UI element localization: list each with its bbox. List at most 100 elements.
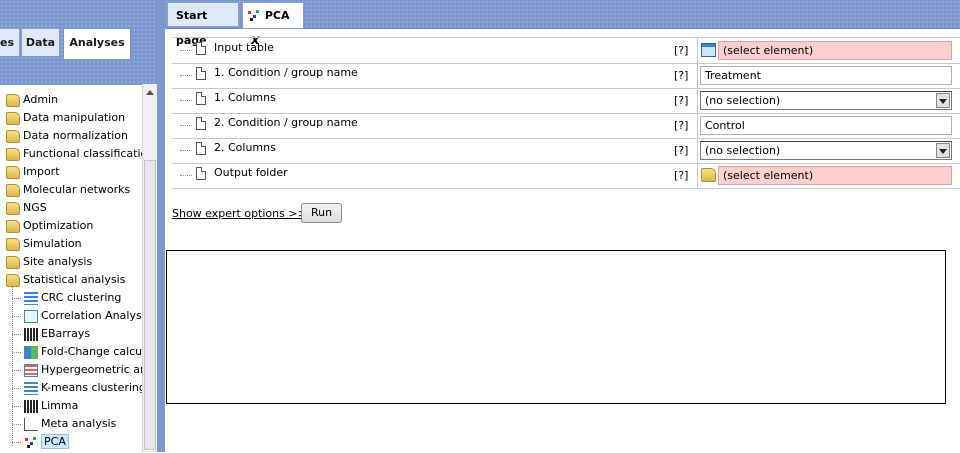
tree-item-correlation-analysis[interactable]: Correlation Analysis	[12, 307, 142, 325]
fold-change-icon	[24, 345, 38, 359]
param-label: 2. Condition / group name	[214, 116, 358, 129]
document-icon	[196, 92, 206, 105]
document-icon	[196, 42, 206, 55]
help-link[interactable]: [?]	[674, 144, 688, 157]
analysis-tree: Admin Data manipulation Data normalizati…	[0, 84, 142, 453]
tree-folder-site-analysis[interactable]: Site analysis	[6, 253, 92, 271]
help-link[interactable]: [?]	[674, 69, 688, 82]
tree-label: Functional classification	[23, 147, 142, 160]
folder-icon	[6, 111, 20, 125]
splitter[interactable]	[157, 0, 165, 452]
scroll-up-icon[interactable]	[146, 90, 154, 95]
help-link[interactable]: [?]	[674, 119, 688, 132]
tree-label: K-means clustering	[41, 381, 142, 394]
param-label: Output folder	[214, 166, 288, 179]
tab-data[interactable]: Data	[21, 28, 60, 56]
meta-analysis-icon	[24, 417, 38, 431]
folder-icon	[6, 201, 20, 215]
folder-icon	[6, 273, 20, 287]
document-icon	[196, 142, 206, 155]
tree-scrollbar[interactable]	[142, 84, 157, 452]
folder-icon	[6, 237, 20, 251]
help-link[interactable]: [?]	[674, 94, 688, 107]
ebarrays-icon	[24, 327, 38, 341]
tree-label: EBarrays	[41, 327, 91, 340]
condition-1-input[interactable]: Treatment	[700, 66, 952, 85]
run-button[interactable]: Run	[301, 203, 342, 223]
show-expert-options-link[interactable]: Show expert options >>	[172, 207, 307, 220]
param-row-columns-2: 2. Columns [?] (no selection)	[172, 138, 960, 164]
tree-folder-functional-classification[interactable]: Functional classification	[6, 145, 142, 163]
tab-es[interactable]: es	[0, 28, 20, 56]
folder-icon	[6, 147, 20, 161]
chevron-down-icon[interactable]	[936, 93, 950, 108]
tree-folder-optimization[interactable]: Optimization	[6, 217, 93, 235]
document-tab-bar: Start page PCA x	[165, 0, 960, 48]
scroll-thumb[interactable]	[144, 160, 156, 450]
document-icon	[196, 167, 206, 180]
tree-folder-admin[interactable]: Admin	[6, 91, 58, 109]
tree-item-hypergeometric[interactable]: Hypergeometric ana	[12, 361, 142, 379]
tree-label: Fold-Change calcula	[41, 345, 142, 358]
tree-folder-molecular-networks[interactable]: Molecular networks	[6, 181, 130, 199]
help-link[interactable]: [?]	[674, 44, 688, 57]
param-label: 2. Columns	[214, 141, 276, 154]
pca-icon	[247, 9, 261, 23]
output-folder-field[interactable]: (select element)	[718, 166, 952, 185]
folder-icon	[701, 168, 716, 182]
pca-icon	[24, 436, 38, 449]
tree-folder-simulation[interactable]: Simulation	[6, 235, 82, 253]
tree-folder-ngs[interactable]: NGS	[6, 199, 47, 217]
tree-folder-data-normalization[interactable]: Data normalization	[6, 127, 128, 145]
help-link[interactable]: [?]	[674, 169, 688, 182]
tree-item-meta-analysis[interactable]: Meta analysis	[12, 415, 116, 433]
folder-icon	[6, 129, 20, 143]
param-label: Input table	[214, 41, 274, 54]
select-value: (no selection)	[705, 94, 781, 107]
document-icon	[196, 117, 206, 130]
cluster-icon	[24, 291, 38, 305]
tab-pca[interactable]: PCA x	[242, 2, 304, 48]
correlation-icon	[24, 309, 38, 323]
table-icon	[701, 43, 716, 57]
param-row-input-table: Input table [?] (select element)	[172, 38, 960, 64]
tree-label: Correlation Analysis	[41, 309, 142, 322]
chevron-down-icon[interactable]	[936, 143, 950, 158]
tree-label: PCA	[41, 434, 69, 449]
tree-label: Simulation	[23, 237, 82, 250]
columns-2-select[interactable]: (no selection)	[700, 141, 952, 160]
tree-label: Molecular networks	[23, 183, 131, 196]
tree-label: Data normalization	[23, 129, 128, 142]
param-row-condition-2: 2. Condition / group name [?] Control	[172, 113, 960, 139]
tree-folder-data-manipulation[interactable]: Data manipulation	[6, 109, 125, 127]
tab-start-page[interactable]: Start page	[167, 2, 239, 47]
limma-icon	[24, 399, 38, 413]
condition-2-input[interactable]: Control	[700, 116, 952, 135]
tree-label: Statistical analysis	[23, 273, 126, 286]
input-table-field[interactable]: (select element)	[718, 41, 952, 60]
tree-folder-import[interactable]: Import	[6, 163, 60, 181]
tree-label: Import	[23, 165, 60, 178]
tree-item-kmeans[interactable]: K-means clustering	[12, 379, 142, 397]
param-label: 1. Condition / group name	[214, 66, 358, 79]
left-panel-header: es Data Analyses	[0, 0, 157, 84]
columns-1-select[interactable]: (no selection)	[700, 91, 952, 110]
tree-item-fold-change[interactable]: Fold-Change calcula	[12, 343, 142, 361]
tree-item-ebarrays[interactable]: EBarrays	[12, 325, 90, 343]
tree-item-limma[interactable]: Limma	[12, 397, 78, 415]
tree-label: Data manipulation	[23, 111, 126, 124]
hypergeometric-icon	[24, 363, 38, 377]
tree-label: CRC clustering	[41, 291, 122, 304]
tree-label: Optimization	[23, 219, 94, 232]
tree-label: Site analysis	[23, 255, 93, 268]
tree-item-pca[interactable]: PCA	[12, 433, 69, 451]
tab-analyses[interactable]: Analyses	[63, 28, 131, 59]
tree-item-crc-clustering[interactable]: CRC clustering	[12, 289, 121, 307]
tree-folder-statistical-analysis[interactable]: Statistical analysis	[6, 271, 125, 289]
folder-icon	[6, 93, 20, 107]
folder-icon	[6, 165, 20, 179]
tree-label: Limma	[41, 399, 79, 412]
document-icon	[196, 67, 206, 80]
parameter-form: Input table [?] (select element) 1. Cond…	[172, 37, 960, 189]
tree-label: Admin	[23, 93, 59, 106]
